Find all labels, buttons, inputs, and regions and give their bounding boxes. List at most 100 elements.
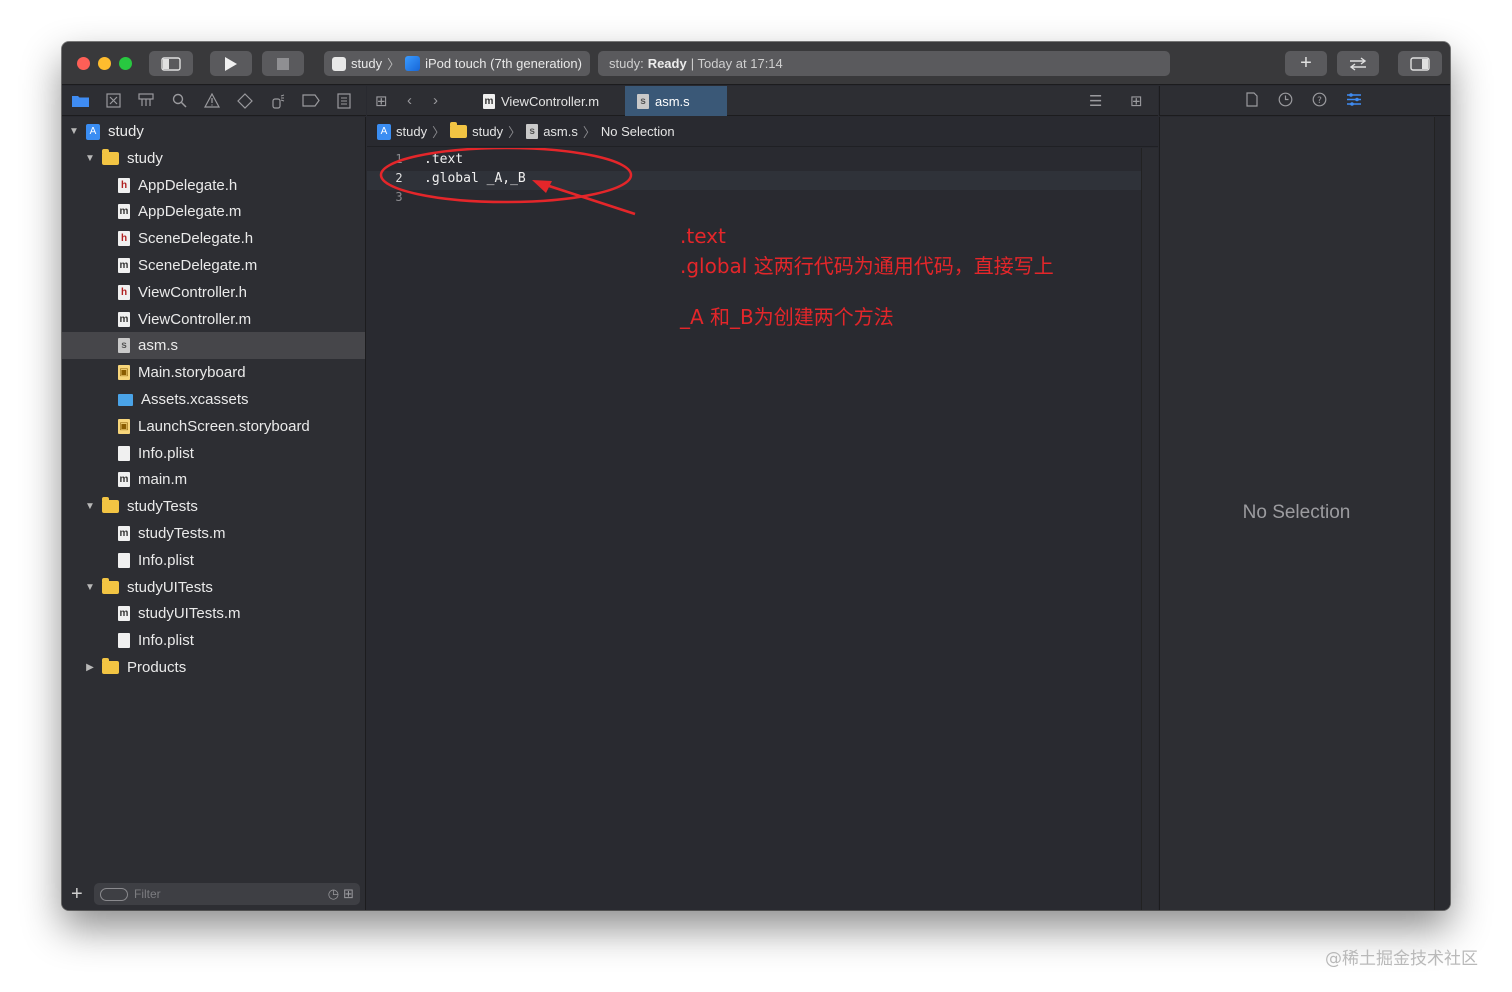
tab-asm-s[interactable]: s asm.s: [625, 86, 727, 116]
tree-item-content: m main.m: [118, 471, 187, 488]
history-clock-icon[interactable]: [1278, 92, 1293, 111]
tree-item-label: ViewController.m: [138, 310, 252, 328]
tree-group-row[interactable]: ▼ study: [62, 145, 365, 172]
warning-icon[interactable]: [202, 92, 222, 110]
source-control-icon[interactable]: [103, 92, 123, 110]
disclosure-collapsed-icon[interactable]: ▶: [84, 662, 96, 673]
tree-item-label: Main.storyboard: [138, 364, 246, 382]
scheme-icon: [332, 56, 346, 71]
m-file-icon: m: [118, 606, 130, 622]
tree-item-content: h SceneDelegate.h: [118, 230, 253, 247]
sidebar-right-icon: [1410, 56, 1430, 71]
close-window-button[interactable]: [77, 57, 90, 70]
code-editor[interactable]: 1 .text 2 .global _A,_B 3 .text .global …: [367, 148, 1141, 910]
recent-clock-icon[interactable]: ◷: [328, 886, 339, 902]
tree-file-row[interactable]: ▣ Main.storyboard: [62, 359, 365, 386]
tree-file-row[interactable]: m studyTests.m: [62, 520, 365, 547]
annotation-line-3: _A 和_B为创建两个方法: [680, 305, 894, 329]
tree-item-label: LaunchScreen.storyboard: [138, 417, 310, 435]
minimize-window-button[interactable]: [98, 57, 111, 70]
tree-group-row[interactable]: ▶ Products: [62, 654, 365, 681]
code-review-button[interactable]: [1337, 51, 1379, 76]
zoom-window-button[interactable]: [119, 57, 132, 70]
tree-file-row[interactable]: s asm.s: [62, 332, 365, 360]
activity-status: study: Ready | Today at 17:14: [598, 51, 1170, 76]
filter-accessories: ◷ ⊞: [328, 886, 354, 902]
tree-file-row[interactable]: Info.plist: [62, 627, 365, 654]
debug-spray-icon[interactable]: [268, 92, 288, 110]
m-file-icon: m: [118, 472, 130, 488]
jump-project[interactable]: study: [396, 124, 427, 139]
tab-label: ViewController.m: [501, 93, 600, 109]
tree-group-row[interactable]: ▼ studyTests: [62, 493, 365, 520]
tree-group-row[interactable]: ▼ Astudy: [62, 118, 365, 145]
jump-selection[interactable]: No Selection: [601, 124, 675, 139]
tree-file-row[interactable]: Assets.xcassets: [62, 386, 365, 413]
editor-options-icon[interactable]: ☰: [1089, 92, 1102, 110]
tree-item-label: Products: [127, 659, 187, 676]
storyboard-file-icon: ▣: [118, 418, 130, 434]
attributes-inspector-icon[interactable]: [1346, 92, 1362, 111]
tree-item-content: m AppDelegate.m: [118, 203, 241, 220]
back-chevron-icon[interactable]: ‹: [407, 92, 412, 109]
tree-file-row[interactable]: h SceneDelegate.h: [62, 225, 365, 252]
report-list-icon[interactable]: [334, 92, 354, 110]
destination-name: iPod touch (7th generation): [425, 56, 582, 71]
add-editor-icon[interactable]: ⊞: [1130, 92, 1143, 110]
forward-chevron-icon[interactable]: ›: [433, 92, 438, 109]
tree-file-row[interactable]: m studyUITests.m: [62, 600, 365, 627]
disclosure-expanded-icon[interactable]: ▼: [68, 126, 80, 137]
tree-file-row[interactable]: m AppDelegate.m: [62, 198, 365, 225]
tree-item-label: ViewController.h: [138, 283, 247, 301]
tree-item-content: Assets.xcassets: [118, 391, 249, 408]
editor-scrollbar[interactable]: [1141, 148, 1158, 910]
add-file-plus-icon[interactable]: +: [71, 883, 87, 906]
library-button[interactable]: +: [1285, 51, 1327, 76]
tree-file-row[interactable]: h ViewController.h: [62, 279, 365, 306]
stop-button[interactable]: [262, 51, 304, 76]
swap-arrows-icon: [1349, 56, 1367, 71]
tree-file-row[interactable]: m SceneDelegate.m: [62, 252, 365, 279]
file-inspector-icon[interactable]: [1246, 92, 1258, 111]
filter-input[interactable]: Filter ◷ ⊞: [94, 883, 360, 905]
filter-options-icon[interactable]: [100, 887, 128, 901]
tree-file-row[interactable]: m main.m: [62, 466, 365, 493]
tree-item-content: studyTests: [102, 497, 198, 515]
m-file-icon: m: [118, 526, 130, 541]
annotation-line-2: .global 这两行代码为通用代码，直接写上: [680, 254, 1054, 278]
stop-icon: [277, 57, 289, 70]
disclosure-expanded-icon[interactable]: ▼: [84, 582, 96, 593]
disclosure-expanded-icon[interactable]: ▼: [84, 153, 96, 164]
tab-viewcontroller-m[interactable]: m ViewController.m: [471, 86, 625, 116]
tree-item-content: Info.plist: [118, 632, 194, 649]
tree-file-row[interactable]: m ViewController.m: [62, 306, 365, 333]
toggle-navigator-button[interactable]: [149, 51, 193, 76]
disclosure-expanded-icon[interactable]: ▼: [84, 501, 96, 512]
test-diamond-icon[interactable]: [235, 92, 255, 110]
project-navigator-folder-icon[interactable]: [70, 92, 90, 110]
tree-file-row[interactable]: h AppDelegate.h: [62, 172, 365, 199]
filter-placeholder: Filter: [134, 887, 161, 901]
project-navigator: ▼ Astudy ▼ study h AppDelegate.h m AppDelegate.…: [62, 117, 366, 910]
symbol-navigator-icon[interactable]: [136, 92, 156, 110]
s-file-icon: s: [637, 93, 649, 109]
jump-file[interactable]: asm.s: [543, 124, 578, 139]
search-icon[interactable]: [169, 92, 189, 110]
jump-folder[interactable]: study: [472, 124, 503, 139]
tree-item-content: Astudy: [86, 123, 144, 140]
tree-file-row[interactable]: ▣ LaunchScreen.storyboard: [62, 413, 365, 440]
tree-file-row[interactable]: Info.plist: [62, 440, 365, 467]
tree-file-row[interactable]: Info.plist: [62, 547, 365, 574]
tree-group-row[interactable]: ▼ studyUITests: [62, 574, 365, 601]
scheme-selector[interactable]: study 〉 iPod touch (7th generation): [324, 51, 590, 76]
inspector-scrollbar[interactable]: [1434, 117, 1450, 910]
scm-filter-icon[interactable]: ⊞: [343, 886, 354, 902]
toggle-inspector-button[interactable]: [1398, 51, 1442, 76]
grid-related-items-icon[interactable]: ⊞: [375, 92, 388, 110]
run-button[interactable]: [210, 51, 252, 76]
play-icon: [225, 56, 237, 71]
m-file-icon: m: [483, 93, 495, 109]
quick-help-icon[interactable]: ?: [1312, 92, 1327, 111]
tree-item-label: study: [127, 149, 163, 167]
breakpoint-tag-icon[interactable]: [301, 92, 321, 110]
